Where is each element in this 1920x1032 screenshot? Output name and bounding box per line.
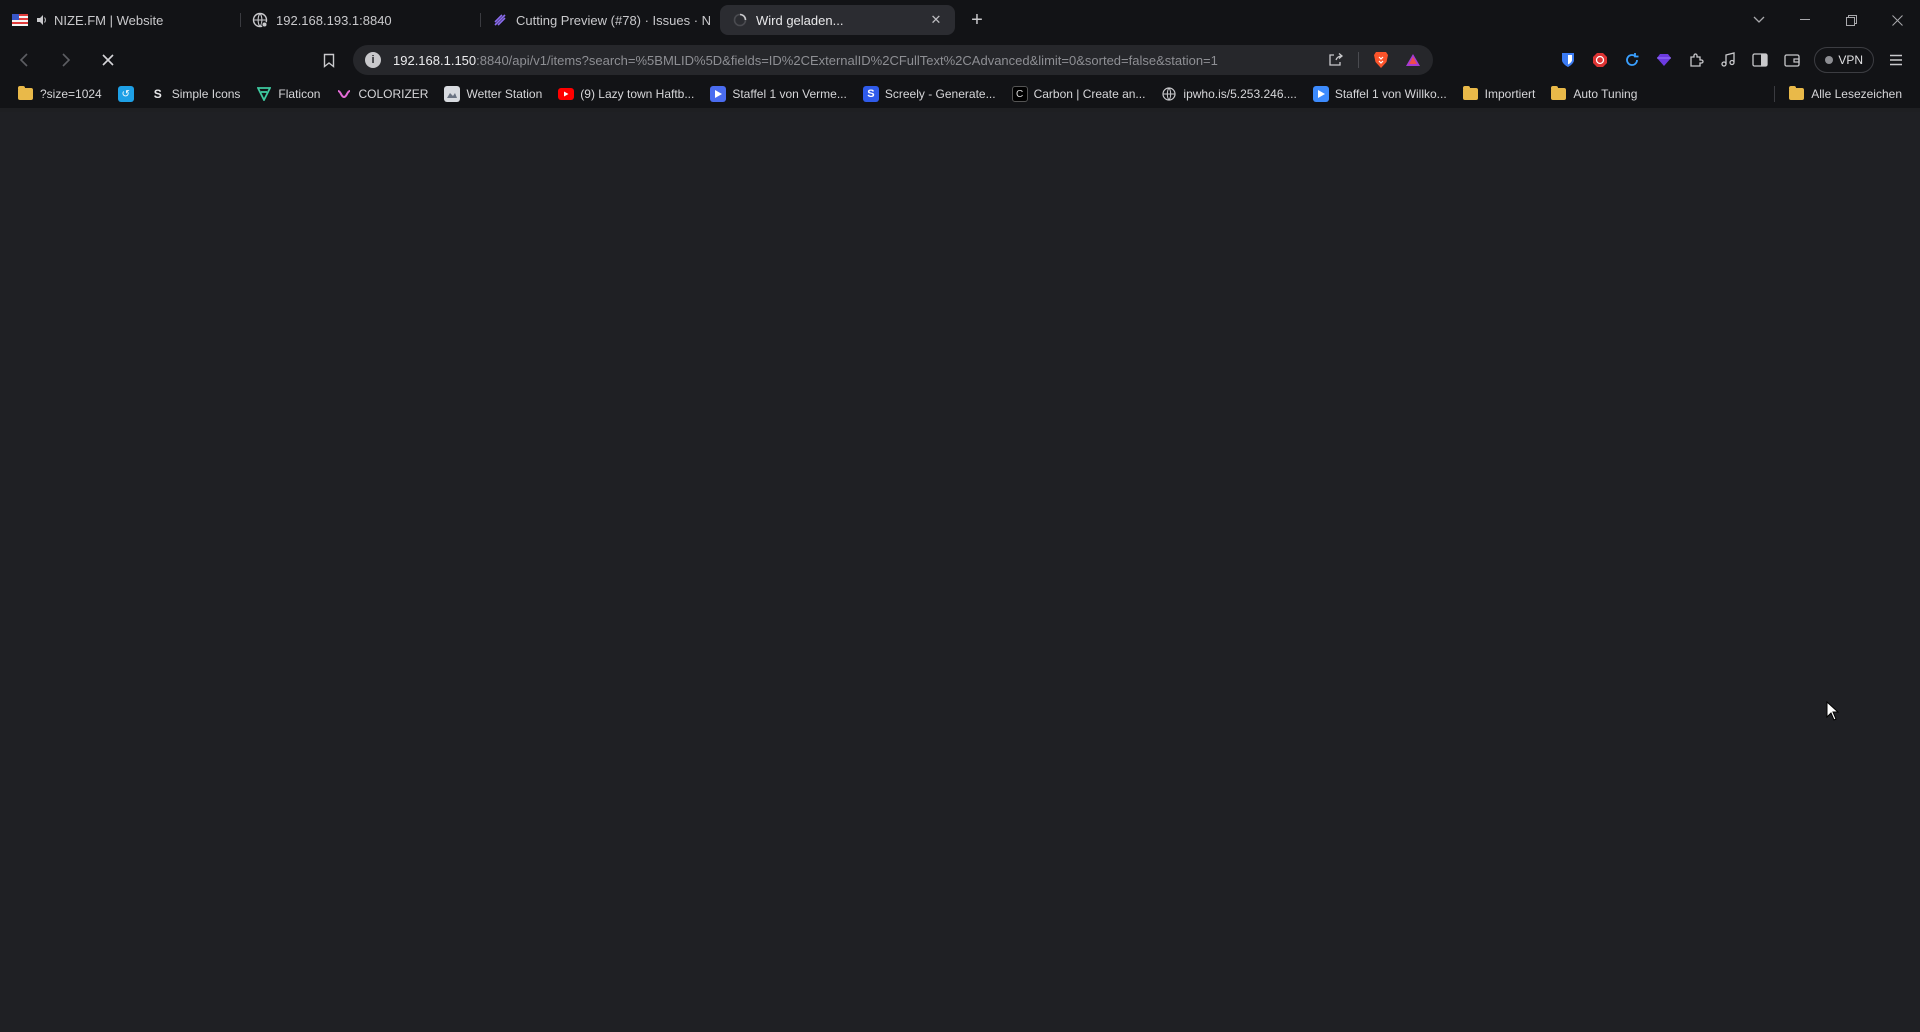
address-bar[interactable]: i 192.168.1.150:8840/api/v1/items?search… <box>353 45 1433 75</box>
bookmark-ipwho[interactable]: ipwho.is/5.253.246.... <box>1155 82 1302 106</box>
simple-icons-icon: S <box>153 87 162 101</box>
bookmark-colorizer[interactable]: COLORIZER <box>330 82 434 106</box>
bookmark-simple-icons[interactable]: S Simple Icons <box>144 82 247 106</box>
forward-button[interactable] <box>52 46 80 74</box>
bookmark-size-1024[interactable]: ?size=1024 <box>12 82 108 106</box>
close-icon[interactable]: ✕ <box>927 11 945 29</box>
puzzle-extensions-icon[interactable] <box>1680 44 1712 76</box>
bookmark-label: Staffel 1 von Verme... <box>732 87 847 101</box>
tab-title: NIZE.FM | Website <box>54 12 164 28</box>
tab-strip: NIZE.FM | Website 192.168.193.1:8840 Cut… <box>0 0 1920 40</box>
bookmark-carbon[interactable]: C Carbon | Create an... <box>1006 82 1152 106</box>
bookmark-label: Carbon | Create an... <box>1033 87 1146 101</box>
media-controls-icon[interactable] <box>1712 44 1744 76</box>
speaker-icon[interactable] <box>36 12 48 28</box>
nize-flag-icon <box>12 12 28 28</box>
stop-loading-button[interactable] <box>94 46 122 74</box>
new-tab-button[interactable]: + <box>961 5 993 35</box>
vpn-status-icon <box>1825 56 1834 64</box>
bookmark-label: (9) Lazy town Haftb... <box>580 87 695 101</box>
bookmark-label: Wetter Station <box>466 87 543 101</box>
bookmark-label: Auto Tuning <box>1573 87 1638 101</box>
bookmarks-bar: ?size=1024 ↺ S Simple Icons Flaticon COL… <box>0 80 1920 108</box>
bookmark-lazy-town[interactable]: (9) Lazy town Haftb... <box>552 82 700 106</box>
bookmark-label: Importiert <box>1484 87 1536 101</box>
vpn-button[interactable]: VPN <box>1814 47 1874 73</box>
bookmark-icon[interactable] <box>315 46 343 74</box>
bookmark-label: COLORIZER <box>358 87 429 101</box>
url-actions <box>1326 50 1423 70</box>
minimize-button[interactable] <box>1782 0 1828 40</box>
weather-icon <box>444 86 461 102</box>
video-icon <box>710 86 727 102</box>
bookmark-screely[interactable]: S Screely - Generate... <box>857 82 1002 106</box>
site-info-icon[interactable]: i <box>365 52 381 68</box>
gem-extension-icon[interactable] <box>1648 44 1680 76</box>
all-bookmarks-area: Alle Lesezeichen <box>1774 82 1908 106</box>
tab-ip-address[interactable]: 192.168.193.1:8840 <box>240 5 480 35</box>
bookmark-staffel-verme[interactable]: Staffel 1 von Verme... <box>704 82 853 106</box>
tab-cutting-preview[interactable]: Cutting Preview (#78) · Issues · NIZE.FM <box>480 5 720 35</box>
refresh-extension-icon[interactable] <box>1616 44 1648 76</box>
tab-loading[interactable]: Wird geladen... ✕ <box>720 5 955 35</box>
divider <box>1774 86 1776 102</box>
flaticon-icon <box>256 86 272 102</box>
linear-icon <box>492 12 508 28</box>
restore-button[interactable] <box>1828 0 1874 40</box>
toolbar: i 192.168.1.150:8840/api/v1/items?search… <box>0 40 1920 80</box>
tab-nize-website[interactable]: NIZE.FM | Website <box>0 5 240 35</box>
sidebar-toggle-icon[interactable] <box>1744 44 1776 76</box>
bookmark-label: Staffel 1 von Willko... <box>1334 87 1447 101</box>
vpn-label: VPN <box>1838 53 1863 67</box>
folder-icon <box>18 86 33 100</box>
all-bookmarks-label: Alle Lesezeichen <box>1811 87 1902 101</box>
url-path: :8840/api/v1/items?search=%5BMLID%5D&fie… <box>476 52 1218 68</box>
bookmark-wetter-station[interactable]: Wetter Station <box>438 82 548 106</box>
folder-icon <box>1462 86 1478 100</box>
close-window-button[interactable] <box>1874 0 1920 40</box>
wallet-icon[interactable] <box>1776 44 1808 76</box>
brave-shields-icon[interactable] <box>1371 50 1391 70</box>
divider <box>1358 52 1359 68</box>
bookmark-folder-importiert[interactable]: Importiert <box>1457 82 1542 106</box>
extensions-row: VPN <box>1552 40 1912 80</box>
bookmark-flaticon[interactable]: Flaticon <box>250 82 326 106</box>
bitwarden-icon[interactable] <box>1552 44 1584 76</box>
carbon-icon: C <box>1011 86 1028 102</box>
bookmark-label: ipwho.is/5.253.246.... <box>1183 87 1297 101</box>
window-controls <box>1736 0 1920 40</box>
tab-title: 192.168.193.1:8840 <box>276 12 392 28</box>
bookmark-folder-auto-tuning[interactable]: Auto Tuning <box>1545 82 1643 106</box>
bookmark-staffel-willko[interactable]: Staffel 1 von Willko... <box>1307 82 1453 106</box>
loading-spinner-icon <box>732 12 748 28</box>
globe-icon <box>1161 86 1177 102</box>
brave-rewards-icon[interactable] <box>1403 50 1423 70</box>
share-icon[interactable] <box>1326 50 1346 70</box>
bookmark-label: ?size=1024 <box>40 87 102 101</box>
ublock-icon[interactable] <box>1584 44 1616 76</box>
bookmark-label: Simple Icons <box>171 87 241 101</box>
bookmark-label: Screely - Generate... <box>884 87 996 101</box>
tab-title: Wird geladen... <box>756 12 844 28</box>
colorizer-icon <box>336 86 352 102</box>
url-text[interactable]: 192.168.1.150:8840/api/v1/items?search=%… <box>393 53 1326 68</box>
screely-icon: S <box>862 86 879 102</box>
url-host: 192.168.1.150 <box>393 52 477 68</box>
bookmark-label: Flaticon <box>278 87 321 101</box>
page-content[interactable] <box>0 112 1920 1032</box>
youtube-icon <box>558 86 575 102</box>
folder-icon <box>1551 86 1567 100</box>
back-button[interactable] <box>10 46 38 74</box>
folder-icon <box>1789 86 1805 100</box>
video-icon <box>1312 86 1329 102</box>
all-bookmarks-button[interactable]: Alle Lesezeichen <box>1783 82 1908 106</box>
menu-hamburger-icon[interactable] <box>1880 44 1912 76</box>
bookmark-app[interactable]: ↺ <box>112 82 140 106</box>
globe-icon <box>252 12 268 28</box>
tab-title: Cutting Preview (#78) · Issues · NIZE.FM <box>516 12 710 28</box>
app-icon: ↺ <box>117 86 134 102</box>
tab-search-chevron-icon[interactable] <box>1736 0 1782 40</box>
